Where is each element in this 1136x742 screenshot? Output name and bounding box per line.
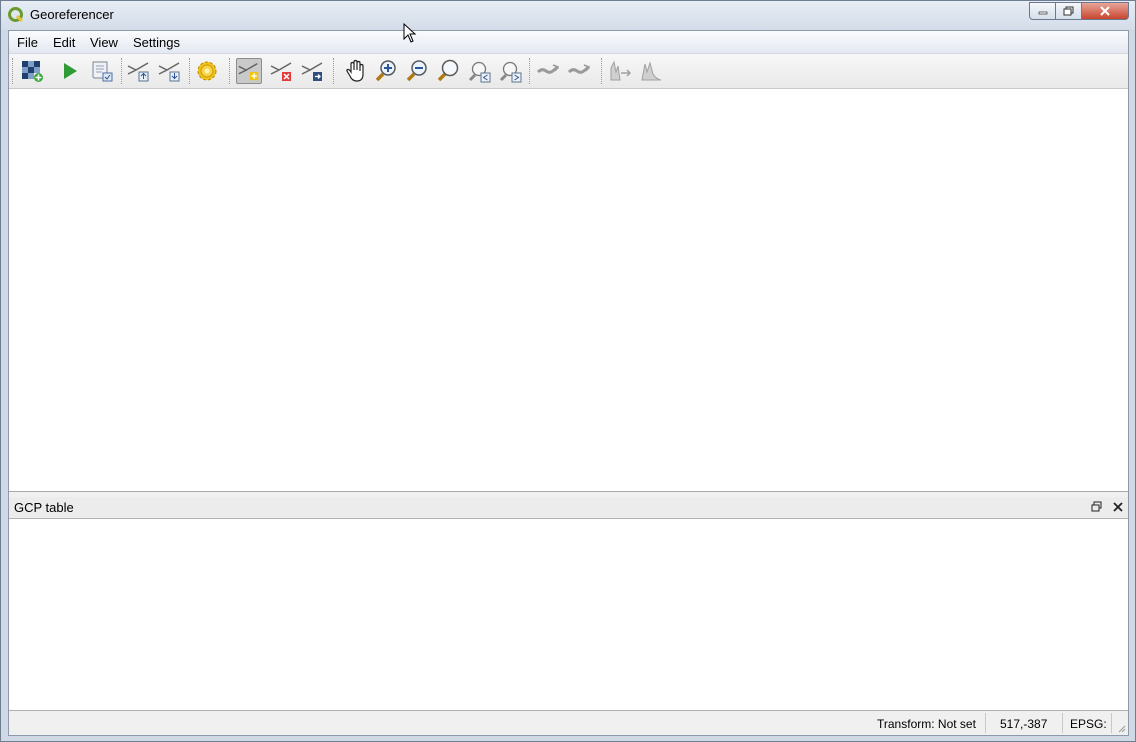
move-gcp-point-button[interactable] xyxy=(299,58,325,84)
zoom-in-button[interactable] xyxy=(373,58,399,84)
qgis-logo-icon xyxy=(8,7,24,23)
minimize-button[interactable] xyxy=(1029,2,1056,20)
georeferencer-window: Georeferencer File Edit View Settings GC… xyxy=(0,0,1136,742)
window-title: Georeferencer xyxy=(30,7,114,22)
play-icon xyxy=(64,63,77,79)
menu-bar: File Edit View Settings xyxy=(9,31,1128,54)
load-gcp-points-button[interactable] xyxy=(125,58,151,84)
open-raster-icon xyxy=(22,61,43,82)
toolbar-separator xyxy=(121,58,124,84)
link-georeferencer-to-qgis-button[interactable] xyxy=(535,58,561,84)
gear-icon xyxy=(197,61,217,81)
open-raster-button[interactable] xyxy=(19,58,45,84)
toolbar-separator xyxy=(333,58,336,84)
load-gcp-icon xyxy=(127,62,149,82)
delete-point-icon xyxy=(270,62,292,81)
toolbar-separator xyxy=(601,58,604,84)
hand-icon xyxy=(346,59,364,82)
close-icon xyxy=(1100,6,1110,16)
toolbar-separator xyxy=(189,58,192,84)
menu-file[interactable]: File xyxy=(17,35,38,50)
start-georeferencing-button[interactable] xyxy=(57,58,83,84)
link-geo-icon xyxy=(536,64,560,74)
transformation-settings-button[interactable] xyxy=(194,58,220,84)
toolbar-handle[interactable] xyxy=(12,58,15,84)
gcp-table-dock-title[interactable]: GCP table xyxy=(9,497,1128,517)
full-histogram-stretch-button[interactable] xyxy=(607,58,633,84)
epsg-status[interactable]: EPSG: xyxy=(1070,717,1107,731)
georeferencer-map-canvas[interactable] xyxy=(9,89,1128,492)
toolbar-separator xyxy=(229,58,232,84)
minimize-icon xyxy=(1038,11,1047,15)
save-gcp-points-button[interactable] xyxy=(156,58,182,84)
zoom-next-icon xyxy=(499,61,522,83)
histogram-stretch-icon xyxy=(610,60,632,81)
move-point-icon xyxy=(301,62,323,81)
zoom-in-icon xyxy=(375,60,396,82)
link-qgis-icon xyxy=(567,64,591,74)
zoom-out-button[interactable] xyxy=(404,58,430,84)
menu-view[interactable]: View xyxy=(90,35,118,50)
zoom-next-button[interactable] xyxy=(497,58,523,84)
histogram-local-icon xyxy=(641,61,662,81)
toolbar xyxy=(9,54,1128,89)
local-histogram-stretch-button[interactable] xyxy=(638,58,664,84)
close-dock-icon[interactable] xyxy=(1111,500,1125,514)
title-bar[interactable]: Georeferencer xyxy=(1,1,1135,30)
close-button[interactable] xyxy=(1082,2,1129,20)
menu-settings[interactable]: Settings xyxy=(133,35,180,50)
main-area: File Edit View Settings GCP table Transf… xyxy=(8,30,1129,736)
zoom-layer-icon xyxy=(437,59,459,82)
delete-point-button[interactable] xyxy=(268,58,294,84)
coordinate-readout: 517,-387 xyxy=(1000,717,1048,731)
zoom-last-icon xyxy=(468,61,491,83)
float-dock-icon[interactable] xyxy=(1090,500,1104,514)
menu-edit[interactable]: Edit xyxy=(53,35,75,50)
zoom-to-layer-button[interactable] xyxy=(435,58,461,84)
gcp-table-title: GCP table xyxy=(14,500,74,515)
toolbar-separator xyxy=(529,58,532,84)
gdal-script-icon xyxy=(92,61,113,82)
restore-button[interactable] xyxy=(1056,2,1082,20)
restore-icon xyxy=(1063,6,1073,16)
pan-button[interactable] xyxy=(343,58,369,84)
transform-status: Transform: Not set xyxy=(877,717,976,731)
zoom-out-icon xyxy=(406,60,427,82)
generate-gdal-script-button[interactable] xyxy=(89,58,115,84)
link-qgis-to-georeferencer-button[interactable] xyxy=(566,58,592,84)
gcp-table[interactable] xyxy=(9,518,1128,711)
save-gcp-icon xyxy=(158,62,180,82)
resize-grip-icon[interactable] xyxy=(1116,723,1126,733)
mouse-cursor-icon xyxy=(403,23,417,43)
add-point-icon xyxy=(238,63,259,81)
add-point-button[interactable] xyxy=(236,58,262,84)
status-bar: Transform: Not set 517,-387 EPSG: xyxy=(9,711,1128,735)
zoom-last-button[interactable] xyxy=(466,58,492,84)
